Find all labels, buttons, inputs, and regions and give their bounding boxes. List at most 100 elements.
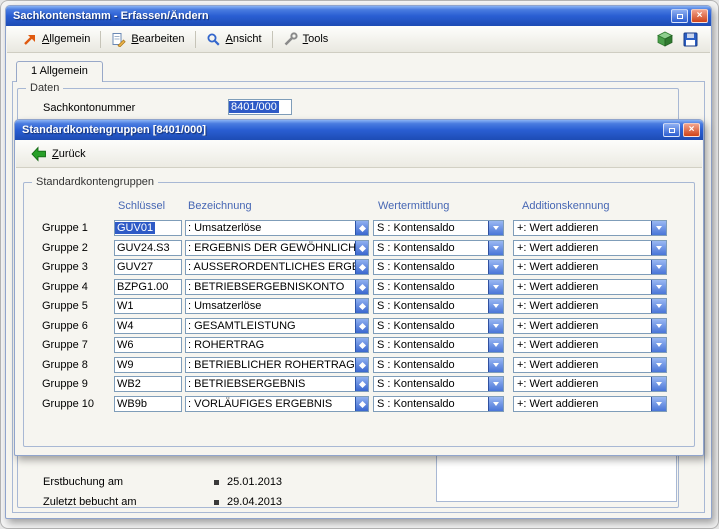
additionskennung-select[interactable]: +: Wert addieren xyxy=(513,396,667,412)
dropdown-button[interactable] xyxy=(488,377,503,391)
group-row-label: Gruppe 10 xyxy=(42,398,94,410)
menu-item-bearbeiten[interactable]: Bearbeiten xyxy=(104,29,191,50)
additionskennung-select[interactable]: +: Wert addieren xyxy=(513,279,667,295)
wertermittlung-select[interactable]: S : Kontensaldo xyxy=(373,357,504,373)
tab-allgemein[interactable]: 1 Allgemein xyxy=(16,61,103,82)
additionskennung-select[interactable]: +: Wert addieren xyxy=(513,318,667,334)
additionskennung-select[interactable]: +: Wert addieren xyxy=(513,240,667,256)
modal-titlebar[interactable]: Standardkontengruppen [8401/000] × xyxy=(15,120,703,140)
wertermittlung-select[interactable]: S : Kontensaldo xyxy=(373,337,504,353)
minimize-button[interactable] xyxy=(671,9,688,23)
dropdown-button[interactable] xyxy=(651,358,666,372)
dropdown-button[interactable] xyxy=(488,299,503,313)
standardkontengruppen-window: Standardkontengruppen [8401/000] × Zurüc… xyxy=(14,119,704,456)
sachkontonummer-value: 8401/000 xyxy=(229,101,279,113)
dropdown-button[interactable] xyxy=(651,397,666,411)
schluessel-field[interactable]: W6 xyxy=(114,337,182,353)
additionskennung-select[interactable]: +: Wert addieren xyxy=(513,376,667,392)
wertermittlung-select[interactable]: S : Kontensaldo xyxy=(373,396,504,412)
bezeichnung-field[interactable]: : Umsatzerlöse xyxy=(185,298,369,314)
dropdown-button[interactable] xyxy=(651,221,666,235)
dropdown-button[interactable] xyxy=(488,319,503,333)
dropdown-button[interactable] xyxy=(651,260,666,274)
schluessel-field[interactable]: GUV24.S3 xyxy=(114,240,182,256)
additionskennung-select[interactable]: +: Wert addieren xyxy=(513,357,667,373)
menu-item-tools[interactable]: Tools xyxy=(276,29,336,50)
lookup-spinner-button[interactable] xyxy=(355,279,369,295)
dropdown-button[interactable] xyxy=(651,338,666,352)
save-icon[interactable] xyxy=(683,32,698,47)
zuletzt-bebucht-value: 29.04.2013 xyxy=(227,496,282,508)
chevron-down-icon xyxy=(493,246,499,250)
dropdown-button[interactable] xyxy=(651,377,666,391)
wertermittlung-select[interactable]: S : Kontensaldo xyxy=(373,259,504,275)
lookup-spinner-button[interactable] xyxy=(355,376,369,392)
schluessel-field[interactable]: WB2 xyxy=(114,376,182,392)
field-marker-icon xyxy=(214,500,219,505)
schluessel-field[interactable]: W1 xyxy=(114,298,182,314)
schluessel-field[interactable]: BZPG1.00 xyxy=(114,279,182,295)
lookup-spinner-button[interactable] xyxy=(355,318,369,334)
dropdown-button[interactable] xyxy=(488,338,503,352)
lookup-spinner-button[interactable] xyxy=(355,337,369,353)
lookup-spinner-button[interactable] xyxy=(355,396,369,412)
dropdown-button[interactable] xyxy=(651,241,666,255)
bezeichnung-field[interactable]: : BETRIEBSERGEBNIS xyxy=(185,376,369,392)
bezeichnung-field[interactable]: : ERGEBNIS DER GEWÖHNLICHEN GES xyxy=(185,240,369,256)
wertermittlung-select[interactable]: S : Kontensaldo xyxy=(373,220,504,236)
schluessel-field[interactable]: WB9b xyxy=(114,396,182,412)
bezeichnung-field[interactable]: : BETRIEBLICHER ROHERTRAG xyxy=(185,357,369,373)
dropdown-button[interactable] xyxy=(651,280,666,294)
dropdown-button[interactable] xyxy=(488,241,503,255)
minimize-button[interactable] xyxy=(663,123,680,137)
additionskennung-select[interactable]: +: Wert addieren xyxy=(513,337,667,353)
close-button[interactable]: × xyxy=(691,9,708,23)
back-button[interactable]: Zurück xyxy=(24,143,93,165)
main-titlebar[interactable]: Sachkontenstamm - Erfassen/Ändern × xyxy=(6,6,711,26)
menu-item-label: Tools xyxy=(303,33,329,45)
wertermittlung-select[interactable]: S : Kontensaldo xyxy=(373,318,504,334)
schluessel-field[interactable]: W4 xyxy=(114,318,182,334)
wertermittlung-select[interactable]: S : Kontensaldo xyxy=(373,279,504,295)
dropdown-button[interactable] xyxy=(488,280,503,294)
bezeichnung-field[interactable]: : BETRIEBSERGEBNISKONTO xyxy=(185,279,369,295)
wertermittlung-select[interactable]: S : Kontensaldo xyxy=(373,298,504,314)
dropdown-button[interactable] xyxy=(651,319,666,333)
additionskennung-select[interactable]: +: Wert addieren xyxy=(513,259,667,275)
dropdown-button[interactable] xyxy=(651,299,666,313)
additionskennung-select[interactable]: +: Wert addieren xyxy=(513,220,667,236)
lookup-spinner-button[interactable] xyxy=(355,240,369,256)
bezeichnung-field[interactable]: : Umsatzerlöse xyxy=(185,220,369,236)
dropdown-button[interactable] xyxy=(488,397,503,411)
toolbar-separator xyxy=(272,31,273,48)
bezeichnung-field[interactable]: : AUSSERORDENTLICHES ERGEBNIS xyxy=(185,259,369,275)
sachkontonummer-input[interactable]: 8401/000 xyxy=(228,99,292,115)
dropdown-button[interactable] xyxy=(488,221,503,235)
close-icon: × xyxy=(697,11,703,21)
modal-window-title: Standardkontengruppen [8401/000] xyxy=(22,124,660,136)
chevron-down-icon xyxy=(656,363,662,367)
dropdown-button[interactable] xyxy=(488,260,503,274)
chevron-down-icon xyxy=(656,285,662,289)
bezeichnung-field[interactable]: : ROHERTRAG xyxy=(185,337,369,353)
cube-icon[interactable] xyxy=(657,31,673,47)
wertermittlung-select[interactable]: S : Kontensaldo xyxy=(373,376,504,392)
menu-item-allgemein[interactable]: Allgemein xyxy=(15,29,97,50)
lookup-spinner-button[interactable] xyxy=(355,259,369,275)
zuletzt-bebucht-label: Zuletzt bebucht am xyxy=(43,496,137,508)
lookup-spinner-button[interactable] xyxy=(355,357,369,373)
close-button[interactable]: × xyxy=(683,123,700,137)
bezeichnung-field[interactable]: : VORLÄUFIGES ERGEBNIS xyxy=(185,396,369,412)
additionskennung-select[interactable]: +: Wert addieren xyxy=(513,298,667,314)
lookup-spinner-button[interactable] xyxy=(355,220,369,236)
dropdown-button[interactable] xyxy=(488,358,503,372)
schluessel-field[interactable]: W9 xyxy=(114,357,182,373)
menu-item-ansicht[interactable]: Ansicht xyxy=(199,29,269,50)
bezeichnung-field[interactable]: : GESAMTLEISTUNG xyxy=(185,318,369,334)
wertermittlung-select[interactable]: S : Kontensaldo xyxy=(373,240,504,256)
schluessel-field[interactable]: GUV01 xyxy=(114,220,182,236)
schluessel-field[interactable]: GUV27 xyxy=(114,259,182,275)
main-toolbar: Allgemein Bearbeiten Ansicht Tools xyxy=(7,26,710,53)
column-header-wertermittlung: Wertermittlung xyxy=(378,200,449,212)
lookup-spinner-button[interactable] xyxy=(355,298,369,314)
